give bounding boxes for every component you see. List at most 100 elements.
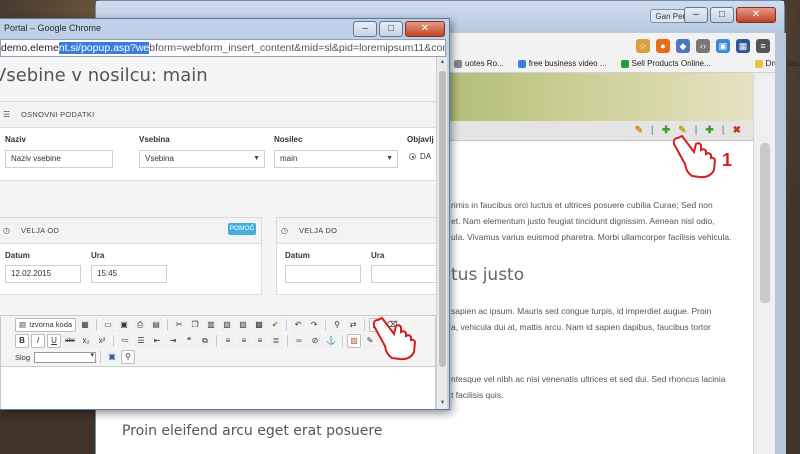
spellcheck-icon[interactable]: ✔ [268,318,283,332]
datum-from-input[interactable]: 12.02.2015 [5,265,81,283]
paste-text-icon[interactable]: ▧ [220,318,235,332]
italic-button[interactable]: I [31,334,45,348]
align-right-icon[interactable]: ≡ [253,334,267,348]
delete-icon[interactable]: ✖ [733,125,741,137]
pointing-hand-icon [372,316,417,361]
scroll-down-icon[interactable]: ▼ [438,399,447,408]
toolbar-separator [286,319,288,331]
pointing-hand-icon [672,134,717,179]
toolbar-separator [96,319,98,331]
bold-button[interactable]: B [15,334,29,348]
maximize-button[interactable]: □ [710,7,734,23]
objavi-radio[interactable] [409,153,416,160]
bookmark-label: free business video ... [528,59,607,68]
toolbar-separator [364,319,366,331]
close-button[interactable]: ✕ [405,21,445,37]
bookmark-item[interactable]: Sell Products Online... [620,59,711,68]
outdent-icon[interactable]: ⇤ [150,334,164,348]
back-scrollbar[interactable] [753,73,775,454]
cut-icon[interactable]: ✂ [172,318,187,332]
back-window-controls: – □ ✕ [684,7,776,23]
extension-icons: ☆ ● ◆ ‹› ▣ ▦ ≡ [636,39,770,53]
folder-icon [754,59,763,68]
nosilec-select[interactable]: main ▼ [274,150,398,168]
bookmark-label: uotes Ro... [465,59,504,68]
show-blocks-icon[interactable]: ⚲ [121,350,136,364]
preview-icon[interactable]: ▣ [117,318,132,332]
panel-header: ☰ OSNOVNI PODATKI [0,102,436,128]
link-icon[interactable]: ∞ [292,334,306,348]
star-icon[interactable]: ☆ [636,39,650,53]
basic-data-panel: ☰ OSNOVNI PODATKI Naziv Naziv vsebine Vs… [0,101,436,181]
maximize-button[interactable]: □ [379,21,403,37]
find-icon[interactable]: ⚲ [330,318,345,332]
save-icon[interactable]: ▦ [78,318,93,332]
edit-pencil-icon[interactable]: ✎ [635,125,643,137]
ura-to-input[interactable] [371,265,436,283]
editor-content-area[interactable] [1,366,435,409]
copy-icon[interactable]: ❐ [188,318,203,332]
anchor-icon[interactable]: ⚓ [324,334,338,348]
naziv-label: Naziv [5,135,26,144]
image-icon[interactable]: ▨ [347,334,361,348]
scrollbar-thumb[interactable] [760,143,770,303]
align-center-icon[interactable]: ≡ [237,334,251,348]
blockquote-icon[interactable]: ❝ [182,334,196,348]
underline-button[interactable]: U [47,334,61,348]
align-left-icon[interactable]: ≡ [221,334,235,348]
maximize-editor-icon[interactable]: ▣ [105,350,120,364]
paste-icon[interactable]: ▥ [204,318,219,332]
justify-icon[interactable]: ≣ [269,334,283,348]
minimize-button[interactable]: – [684,7,708,23]
paragraph-line: ula. Vivamus varius euismod pharetra. Mo… [451,232,732,242]
bookmark-item[interactable]: uotes Ro... [454,59,504,68]
extension-grid-icon[interactable]: ▦ [736,39,750,53]
numbered-list-icon[interactable]: ≔ [118,334,132,348]
extension-code-icon[interactable]: ‹› [696,39,710,53]
strike-button[interactable]: abc [63,334,77,348]
templates-icon[interactable]: ▤ [149,318,164,332]
chevron-down-icon: ▼ [386,155,393,162]
paragraph-line: t facilisis quis. [451,390,504,400]
print-preview-icon[interactable]: ▩ [252,318,267,332]
redo-icon[interactable]: ↷ [307,318,322,332]
source-label: Izvorna koda [29,320,73,329]
subscript-button[interactable]: x₂ [79,334,93,348]
scrollbar-thumb[interactable] [439,71,446,367]
bulleted-list-icon[interactable]: ☰ [134,334,148,348]
unlink-icon[interactable]: ⊘ [308,334,322,348]
ura-from-input[interactable]: 15:45 [91,265,167,283]
popup-scrollbar[interactable]: ▲ ▼ [436,57,447,409]
bookmark-icon [517,59,526,68]
vsebina-select[interactable]: Vsebina ▼ [139,150,265,168]
extension-puzzle-icon[interactable]: ▣ [716,39,730,53]
source-icon: ▤ [19,320,27,329]
annotation-number: 1 [722,150,733,170]
extension-blue-icon[interactable]: ◆ [676,39,690,53]
panel-header: ◷ VELJA OD POMOČ [0,218,261,244]
toolbar-separator [287,335,288,347]
indent-icon[interactable]: ⇥ [166,334,180,348]
naziv-input[interactable]: Naziv vsebine [5,150,113,168]
print-icon[interactable]: ⎙ [133,318,148,332]
bookmark-item[interactable]: free business video ... [517,59,607,68]
div-icon[interactable]: ⧉ [198,334,212,348]
help-button[interactable]: POMOČ [228,223,256,235]
source-button[interactable]: ▤ Izvorna koda [15,318,77,332]
extension-orange-icon[interactable]: ● [656,39,670,53]
new-page-icon[interactable]: ▭ [101,318,116,332]
window-title: Portal – Google Chrome [4,23,102,33]
datum-to-input[interactable] [285,265,361,283]
style-select[interactable] [34,351,97,363]
minimize-button[interactable]: – [353,21,377,37]
undo-icon[interactable]: ↶ [291,318,306,332]
replace-icon[interactable]: ⇄ [346,318,361,332]
superscript-button[interactable]: x² [95,334,109,348]
add-content-icon[interactable]: ✚ [662,125,670,137]
menu-icon[interactable]: ≡ [756,39,770,53]
address-bar[interactable]: demo.element.si/popup.asp?webform=webfor… [0,39,446,57]
close-button[interactable]: ✕ [736,7,776,23]
scroll-up-icon[interactable]: ▲ [438,58,447,67]
toolbar-separator [113,335,114,347]
paste-word-icon[interactable]: ▨ [236,318,251,332]
